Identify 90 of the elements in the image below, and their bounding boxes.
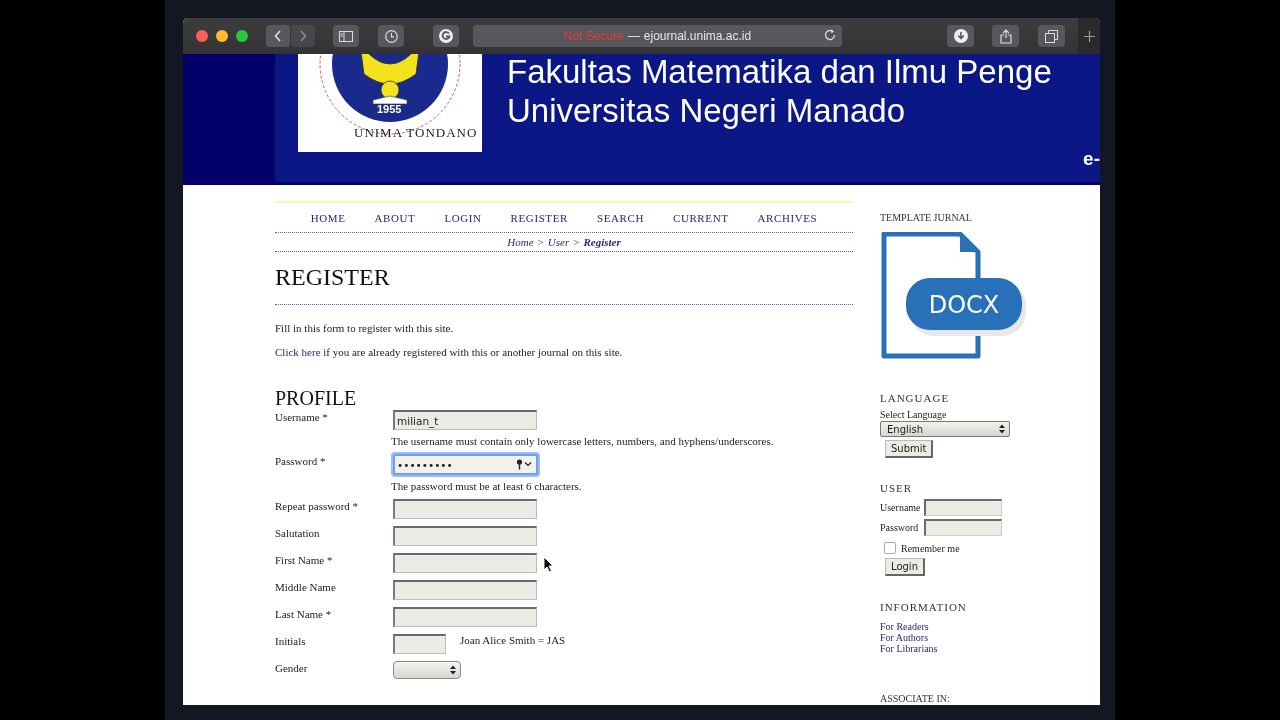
share-button[interactable]: [992, 25, 1019, 47]
input-field[interactable]: [924, 519, 1002, 536]
address-separator: —: [627, 29, 640, 43]
back-button[interactable]: [266, 25, 290, 47]
banner-tag: e-: [1083, 148, 1100, 170]
new-tab-button[interactable]: [1078, 18, 1100, 54]
field-label: Password *: [275, 454, 327, 469]
tabs-button[interactable]: [1038, 25, 1065, 47]
field-label: Username: [880, 502, 922, 513]
cursor-icon: [543, 556, 554, 573]
input-field[interactable]: [393, 553, 537, 573]
input-field[interactable]: [924, 499, 1002, 516]
address-bar[interactable]: Not Secure — ejournal.unima.ac.id: [473, 25, 842, 47]
field-note: Joan Alice Smith = JAS: [460, 634, 566, 646]
field-label: Middle Name: [275, 580, 337, 595]
reload-icon[interactable]: [824, 29, 836, 41]
url-text: ejournal.unima.ac.id: [643, 29, 752, 43]
security-warning: Not Secure: [563, 29, 624, 43]
sidebar-heading: INFORMATION: [880, 601, 968, 613]
sidebar-link[interactable]: For Librarians: [880, 643, 1030, 654]
select-field[interactable]: [393, 661, 461, 679]
input-field[interactable]: [393, 526, 537, 546]
breadcrumb-current[interactable]: Register: [583, 236, 621, 248]
checkbox-label: Remember me: [901, 542, 960, 554]
input-field[interactable]: [393, 607, 537, 627]
forward-button[interactable]: [291, 25, 315, 47]
tabs-icon: [1045, 29, 1058, 43]
breadcrumb-link[interactable]: Home: [507, 236, 534, 248]
banner-title: Fakultas Matematika dan Ilmu Penge: [507, 54, 1052, 90]
input-field[interactable]: milian_t: [393, 410, 537, 430]
login-note-text: if you are already registered with this or another journal on this site.: [323, 346, 623, 358]
zoom-button[interactable]: [236, 30, 248, 42]
input-field[interactable]: [393, 634, 446, 654]
history-button[interactable]: [378, 25, 404, 47]
updown-icon: [999, 424, 1005, 434]
nav-link[interactable]: ABOUT: [374, 212, 416, 224]
nav-link[interactable]: LOGIN: [444, 212, 482, 224]
g-logo-icon: [439, 29, 453, 43]
chevron-right-icon: [299, 30, 307, 42]
university-logo: 1955 UNIMA TONDANO: [298, 54, 482, 152]
login-link[interactable]: Click here: [275, 346, 321, 358]
sidebar-heading: LANGUAGE: [880, 392, 951, 404]
field-label: Gender: [275, 661, 309, 676]
sidebar-heading: TEMPLATE JURNAL: [880, 212, 973, 224]
sidebar-heading: USER: [880, 482, 914, 494]
clock-icon: [384, 29, 398, 43]
chevron-left-icon: [274, 30, 282, 42]
share-icon: [999, 28, 1012, 44]
sidebar-link[interactable]: For Readers: [880, 621, 1030, 632]
submit-button[interactable]: Submit: [885, 440, 934, 458]
password-field[interactable]: •••••••••: [393, 454, 538, 475]
close-button[interactable]: [196, 30, 208, 42]
field-label: Password: [880, 522, 920, 533]
minimize-button[interactable]: [216, 30, 228, 42]
nav-link[interactable]: SEARCH: [596, 212, 644, 224]
field-label: Repeat password *: [275, 499, 360, 514]
sidebar-icon: [339, 30, 353, 42]
nav-link[interactable]: CURRENT: [672, 212, 729, 224]
field-hint: The username must contain only lowercase letters, numbers, and hyphens/underscores.: [391, 435, 775, 447]
breadcrumb-separator: >: [537, 236, 544, 248]
sidebar-button[interactable]: [333, 25, 359, 47]
field-label: Last Name *: [275, 607, 333, 622]
extension-button[interactable]: [433, 25, 459, 47]
remember-checkbox[interactable]: [884, 542, 896, 554]
key-icon[interactable]: [516, 459, 532, 470]
page-title: REGISTER: [275, 264, 853, 305]
nav-link[interactable]: HOME: [310, 212, 346, 224]
nav-link[interactable]: ARCHIVES: [757, 212, 818, 224]
field-label: Salutation: [275, 526, 321, 541]
downloads-button[interactable]: [947, 25, 974, 47]
field-label: Username *: [275, 410, 329, 425]
input-field[interactable]: [393, 580, 537, 600]
field-label: Select Language: [880, 409, 948, 420]
intro-text: Fill in this form to register with this site.: [275, 321, 455, 335]
field-label: First Name *: [275, 553, 334, 568]
sidebar-link[interactable]: For Authors: [880, 632, 1030, 643]
field-hint: The password must be at least 6 characters.: [391, 480, 583, 492]
updown-icon: [450, 665, 456, 675]
input-field[interactable]: [393, 499, 537, 519]
nav-link[interactable]: REGISTER: [510, 212, 568, 224]
language-select[interactable]: English: [880, 421, 1010, 437]
section-title: PROFILE: [275, 387, 358, 409]
banner-title: Universitas Negeri Manado: [507, 92, 906, 130]
breadcrumb-separator: >: [573, 236, 580, 248]
field-label: Initials: [275, 634, 307, 649]
sidebar-heading: ASSOCIATE IN:: [880, 693, 951, 705]
breadcrumb-link[interactable]: User: [547, 236, 570, 248]
plus-icon: [1083, 30, 1095, 42]
login-button[interactable]: Login: [885, 558, 925, 576]
download-icon: [953, 29, 968, 43]
